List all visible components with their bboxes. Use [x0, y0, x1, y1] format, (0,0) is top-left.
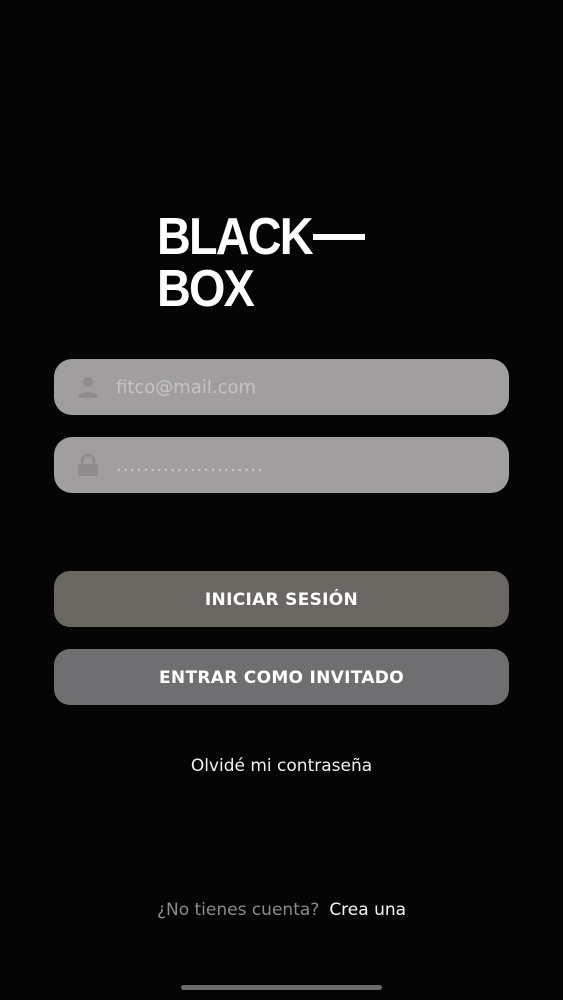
- login-button[interactable]: INICIAR SESIÓN: [54, 571, 509, 627]
- logo-line-2: BOX: [157, 260, 255, 318]
- logo-dash: [313, 234, 365, 240]
- signup-prompt: ¿No tienes cuenta? Crea una: [0, 900, 563, 920]
- email-input[interactable]: [116, 359, 486, 415]
- guest-login-button[interactable]: ENTRAR COMO INVITADO: [54, 649, 509, 705]
- logo-line-1: BLACK: [157, 208, 314, 266]
- lock-icon: [76, 453, 100, 477]
- create-account-link[interactable]: Crea una: [329, 900, 406, 920]
- login-screen: BLACK BOX INICIAR SESIÓN ENTRAR COMO INV…: [0, 0, 563, 1000]
- home-indicator: [181, 985, 382, 990]
- user-icon: [76, 375, 100, 399]
- password-field[interactable]: [54, 437, 509, 493]
- forgot-password-link[interactable]: Olvidé mi contraseña: [0, 756, 563, 776]
- brand-logo: BLACK BOX: [157, 205, 377, 315]
- password-input[interactable]: [116, 437, 486, 493]
- no-account-text: ¿No tienes cuenta?: [156, 900, 320, 920]
- email-field[interactable]: [54, 359, 509, 415]
